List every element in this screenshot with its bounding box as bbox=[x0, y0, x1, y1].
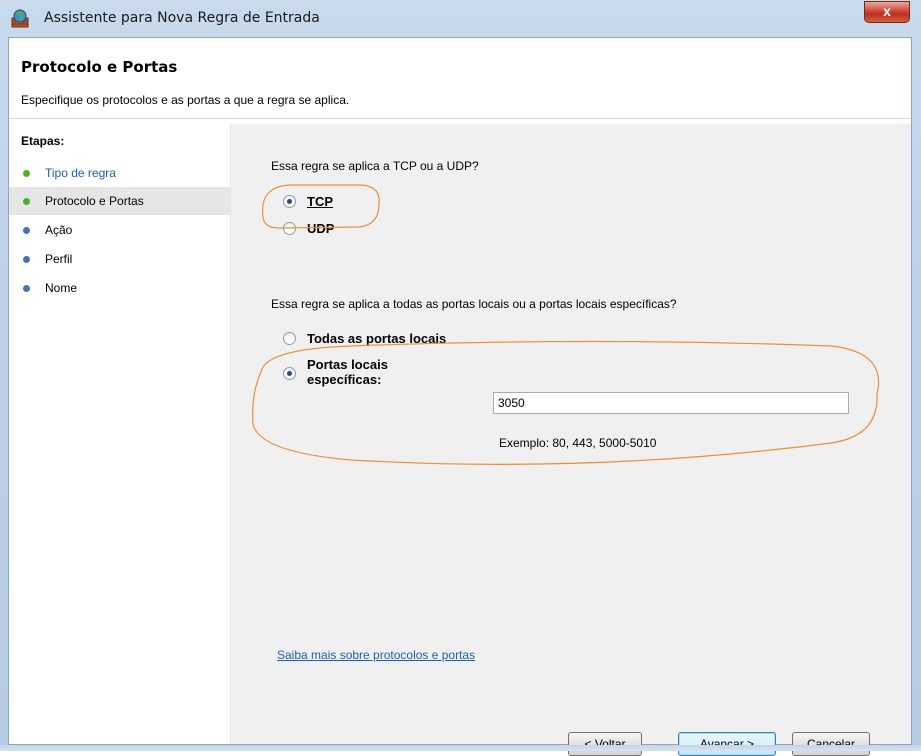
completed-bullet-icon bbox=[23, 170, 30, 177]
page-description: Especifique os protocolos e as portas a … bbox=[21, 93, 350, 107]
wizard-window: Assistente para Nova Regra de Entrada x … bbox=[0, 0, 921, 756]
tcp-annotation-outline bbox=[261, 184, 380, 229]
wizard-body: Protocolo e Portas Especifique os protoc… bbox=[8, 37, 912, 756]
close-button[interactable]: x bbox=[864, 1, 910, 23]
steps-panel: Etapas: Tipo de regra Protocolo e Portas… bbox=[9, 124, 231, 744]
window-bottom-border bbox=[0, 745, 921, 751]
sidebar-item-acao: Ação bbox=[9, 216, 230, 244]
sidebar-item-label: Protocolo e Portas bbox=[45, 194, 144, 208]
page-header: Protocolo e Portas Especifique os protoc… bbox=[9, 38, 911, 119]
sidebar-item-protocolo-e-portas: Protocolo e Portas bbox=[9, 187, 230, 215]
sidebar-item-label: Tipo de regra bbox=[45, 166, 116, 180]
sidebar-item-perfil: Perfil bbox=[9, 245, 230, 273]
firewall-icon bbox=[10, 9, 30, 29]
pending-bullet-icon bbox=[23, 227, 30, 234]
content-panel: Essa regra se aplica a TCP ou a UDP? TCP… bbox=[231, 124, 911, 756]
pending-bullet-icon bbox=[23, 256, 30, 263]
pending-bullet-icon bbox=[23, 285, 30, 292]
title-bar: Assistente para Nova Regra de Entrada x bbox=[0, 0, 921, 37]
sidebar-item-label: Nome bbox=[45, 281, 78, 295]
steps-title: Etapas: bbox=[21, 134, 65, 148]
annotation-overlay bbox=[252, 184, 879, 465]
page-title: Protocolo e Portas bbox=[21, 58, 178, 76]
sidebar-item-tipo-de-regra[interactable]: Tipo de regra bbox=[9, 159, 230, 187]
close-icon: x bbox=[883, 3, 891, 19]
ports-annotation-outline bbox=[252, 340, 879, 465]
window-title: Assistente para Nova Regra de Entrada bbox=[44, 10, 320, 26]
sidebar-item-label: Perfil bbox=[45, 252, 73, 266]
sidebar-item-label: Ação bbox=[45, 223, 73, 237]
current-bullet-icon bbox=[23, 198, 30, 205]
sidebar-item-nome: Nome bbox=[9, 274, 230, 302]
